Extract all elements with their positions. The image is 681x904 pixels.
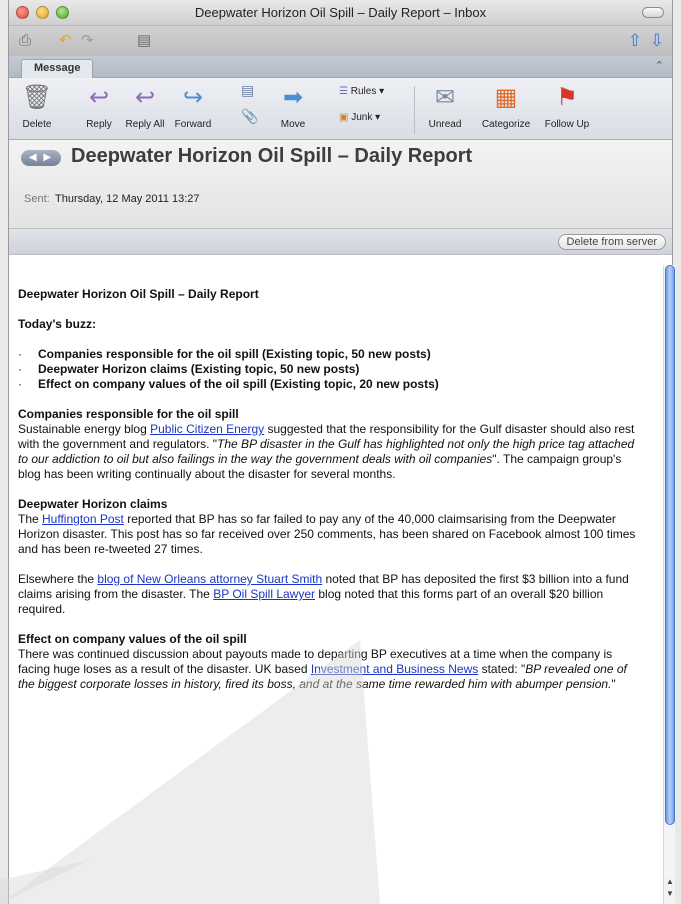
body-text: stated: ": [478, 662, 526, 676]
sent-value: Thursday, 12 May 2011 13:27: [55, 193, 200, 205]
flag-icon: ⚑: [556, 84, 578, 111]
message-subject: Deepwater Horizon Oil Spill – Daily Repo…: [71, 145, 473, 167]
follow-up-button[interactable]: ⚑ Follow Up: [539, 82, 595, 130]
tab-message[interactable]: Message: [21, 59, 94, 78]
link-public-citizen-energy[interactable]: Public Citizen Energy: [150, 422, 264, 436]
link-huffington-post[interactable]: Huffington Post: [42, 512, 124, 526]
ribbon-separator: [414, 86, 415, 134]
message-body: Deepwater Horizon Oil Spill – Daily Repo…: [18, 287, 646, 707]
reply-all-icon: ↩: [134, 84, 156, 111]
section-companies: Companies responsible for the oil spill …: [18, 407, 646, 482]
sent-label: Sent:: [24, 193, 50, 205]
delete-button[interactable]: 🗑 Delete: [19, 82, 55, 130]
categorize-icon: ▦: [494, 84, 518, 111]
message-body-pane: Deepwater Horizon Oil Spill – Daily Repo…: [9, 265, 656, 904]
reply-all-button[interactable]: ↩ Reply All: [119, 82, 171, 130]
forward-icon: ↪: [182, 84, 204, 111]
vertical-scrollbar[interactable]: ▲ ▼: [663, 265, 675, 904]
unread-label: Unread: [428, 119, 462, 130]
delete-from-server-button[interactable]: Delete from server: [557, 234, 666, 250]
message-header: ◀ ▶ Deepwater Horizon Oil Spill – Daily …: [9, 140, 672, 229]
toolbar-toggle-button[interactable]: [642, 7, 664, 18]
move-label: Move: [280, 119, 306, 130]
arrow-up-icon[interactable]: ⇧: [628, 32, 642, 50]
arrow-down-icon[interactable]: ⇩: [650, 32, 664, 50]
follow-up-label: Follow Up: [544, 119, 590, 130]
reply-icon: ↩: [88, 84, 110, 111]
ribbon-tab-row: Message ⌃: [9, 56, 672, 78]
move-folder-icon: ➡: [282, 84, 304, 111]
junk-button[interactable]: ▣ Junk ▾: [339, 112, 380, 123]
list-item: Companies responsible for the oil spill …: [18, 347, 646, 362]
scrollbar-thumb[interactable]: [665, 265, 675, 825]
undo-icon[interactable]: ↶: [59, 32, 72, 50]
body-text: Sustainable energy blog: [18, 422, 151, 436]
rules-label: Rules: [350, 86, 377, 97]
section-claims: Deepwater Horizon claims The Huffington …: [18, 497, 646, 557]
link-bp-oil-spill-lawyer[interactable]: BP Oil Spill Lawyer: [213, 587, 315, 601]
rules-button[interactable]: ☰ Rules ▾: [339, 86, 384, 97]
window-title: Deepwater Horizon Oil Spill – Daily Repo…: [194, 5, 487, 20]
body-text: Elsewhere the: [18, 572, 98, 586]
reply-button[interactable]: ↩ Reply: [81, 82, 117, 130]
trash-icon: 🗑: [21, 84, 53, 111]
reply-all-label: Reply All: [125, 119, 165, 130]
server-bar: Delete from server: [9, 229, 672, 255]
move-button[interactable]: ➡ Move: [271, 82, 315, 130]
categorize-label: Categorize: [481, 119, 531, 130]
scroll-up-icon[interactable]: ▲: [664, 877, 676, 886]
reply-label: Reply: [86, 119, 112, 130]
section-elsewhere: Elsewhere the blog of New Orleans attorn…: [18, 572, 646, 617]
body-text: ": [611, 677, 616, 691]
section-title: Effect on company values of the oil spil…: [18, 632, 247, 646]
junk-icon: ▣: [339, 112, 352, 123]
printer-icon[interactable]: ⎙: [19, 32, 31, 50]
categorize-button[interactable]: ▦ Categorize: [475, 82, 537, 130]
title-bar: Deepwater Horizon Oil Spill – Daily Repo…: [9, 0, 672, 26]
redo-icon[interactable]: ↷: [81, 32, 94, 50]
message-nav-arrows[interactable]: ◀ ▶: [21, 150, 61, 166]
forward-label: Forward: [174, 119, 212, 130]
list-item: Deepwater Horizon claims (Existing topic…: [18, 362, 646, 377]
quick-toolbar: ⎙ ↶ ↷ ▤ ⇧ ⇩: [9, 26, 672, 56]
ribbon: 🗑 Delete ↩ Reply ↩ Reply All ↪ Forward ▤…: [9, 78, 672, 140]
document-icon[interactable]: ▤: [137, 32, 151, 50]
collapse-ribbon-icon[interactable]: ⌃: [655, 59, 664, 72]
buzz-heading: Today's buzz:: [18, 317, 96, 331]
body-heading: Deepwater Horizon Oil Spill – Daily Repo…: [18, 287, 259, 301]
body-text: The: [18, 512, 43, 526]
scroll-down-icon[interactable]: ▼: [664, 889, 676, 898]
link-stuart-smith-blog[interactable]: blog of New Orleans attorney Stuart Smit…: [97, 572, 322, 586]
link-investment-business-news[interactable]: Investment and Business News: [311, 662, 478, 676]
section-title: Deepwater Horizon claims: [18, 497, 168, 511]
forward-button[interactable]: ↪ Forward: [171, 82, 215, 130]
meeting-icon[interactable]: ▤: [241, 82, 254, 99]
buzz-list: Companies responsible for the oil spill …: [18, 347, 646, 392]
rules-icon: ☰: [339, 86, 351, 97]
list-item: Effect on company values of the oil spil…: [18, 377, 646, 392]
attachment-icon[interactable]: 📎: [241, 108, 258, 125]
delete-label: Delete: [22, 119, 52, 130]
section-title: Companies responsible for the oil spill: [18, 407, 239, 421]
unread-button[interactable]: ✉ Unread: [423, 82, 467, 130]
junk-label: Junk: [351, 112, 373, 123]
section-company-values: Effect on company values of the oil spil…: [18, 632, 646, 692]
envelope-icon: ✉: [434, 84, 456, 111]
